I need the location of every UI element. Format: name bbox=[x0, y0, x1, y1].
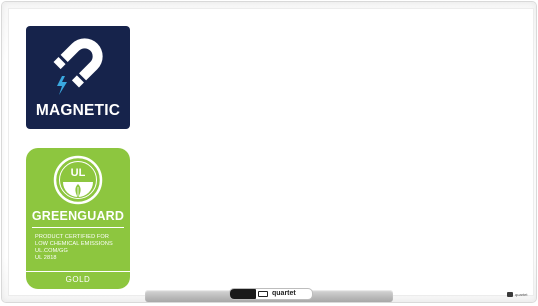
brand-logo: quartet bbox=[507, 291, 531, 297]
cert-line: LOW CHEMICAL EMISSIONS bbox=[35, 241, 113, 247]
marker-brand: quartet bbox=[272, 290, 296, 297]
greenguard-title: GREENGUARD bbox=[31, 209, 125, 223]
marker-cap bbox=[230, 289, 256, 299]
greenguard-tier: GOLD bbox=[26, 271, 130, 289]
cert-line: UL 2818 bbox=[35, 255, 57, 261]
magnetic-label: MAGNETIC bbox=[35, 102, 121, 119]
marker-brand-mark bbox=[258, 291, 268, 297]
dry-erase-marker: quartet bbox=[230, 289, 312, 299]
cert-line: PRODUCT CERTIFIED FOR bbox=[35, 234, 109, 240]
cert-line: UL.COM/GG bbox=[35, 248, 68, 254]
ul-greenguard-leaf-icon: UL bbox=[53, 155, 103, 205]
horseshoe-magnet-icon bbox=[53, 38, 103, 95]
magnetic-badge: MAGNETIC bbox=[26, 26, 130, 129]
greenguard-badge: UL GREENGUARD PRODUCT CERTIFIED FOR LOW … bbox=[26, 148, 130, 289]
greenguard-cert-text: PRODUCT CERTIFIED FOR LOW CHEMICAL EMISS… bbox=[35, 234, 113, 262]
greenguard-divider bbox=[32, 227, 124, 228]
brand-logo-mark bbox=[507, 291, 513, 297]
ul-logo-text: UL bbox=[71, 167, 86, 179]
brand-logo-text: quartet bbox=[515, 291, 528, 297]
